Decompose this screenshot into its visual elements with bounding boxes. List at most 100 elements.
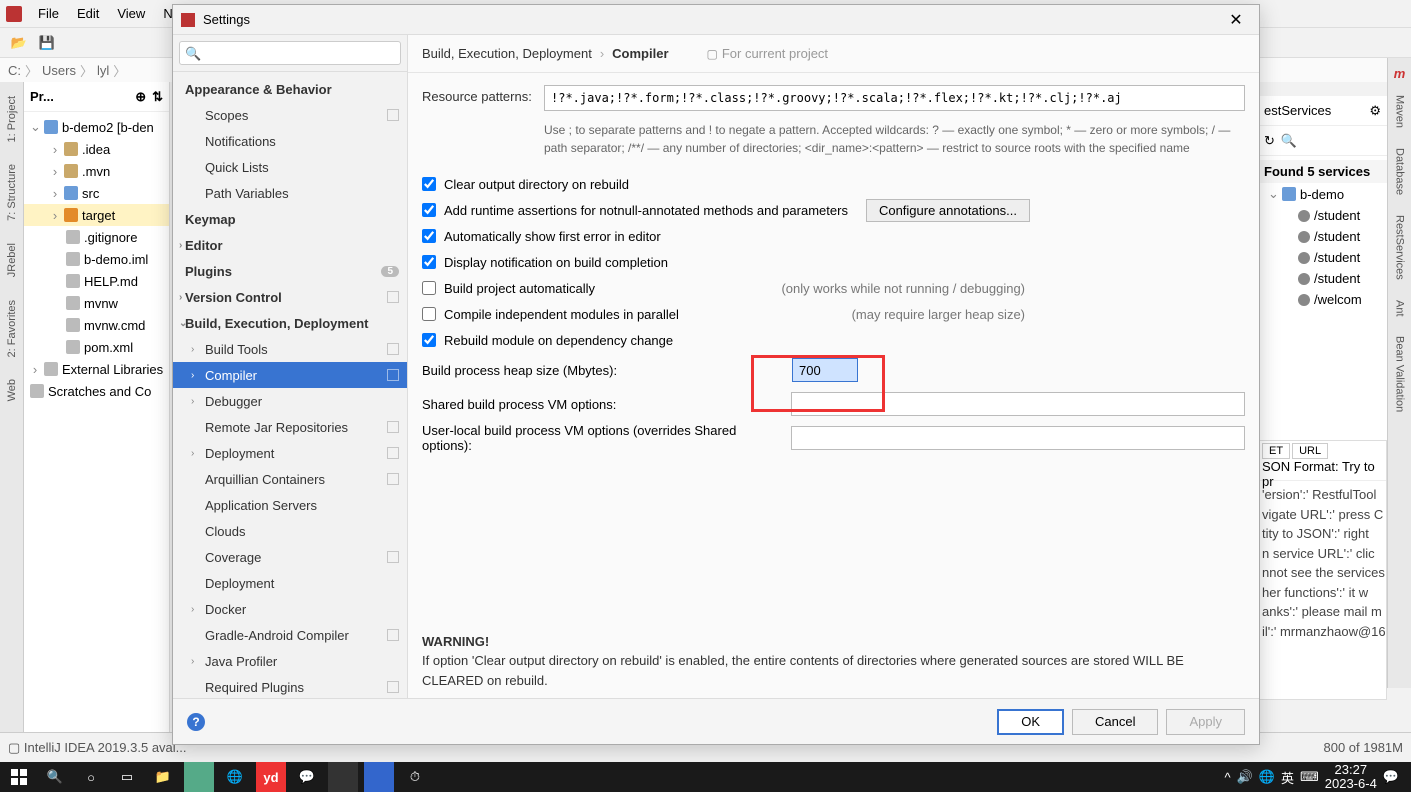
app-icon-2[interactable]: yd	[256, 762, 286, 792]
shared-vm-input[interactable]	[791, 392, 1245, 416]
endpoint-0[interactable]: /student	[1258, 205, 1387, 226]
apply-button[interactable]: Apply	[1166, 709, 1245, 735]
tab-maven[interactable]: Maven	[1392, 89, 1408, 134]
app-icon-1[interactable]	[184, 762, 214, 792]
tab-favorites[interactable]: 2: Favorites	[4, 294, 20, 363]
tree-mvnw[interactable]: mvnw	[24, 292, 169, 314]
tray-volume-icon[interactable]: 🔊	[1237, 769, 1253, 785]
tab-database[interactable]: Database	[1392, 142, 1408, 201]
tab-jrebel[interactable]: JRebel	[4, 237, 20, 283]
nav-arquillian[interactable]: Arquillian Containers	[173, 466, 407, 492]
start-button[interactable]	[4, 762, 34, 792]
nav-build-tools[interactable]: ›Build Tools	[173, 336, 407, 362]
resource-patterns-input[interactable]	[544, 85, 1245, 111]
app-icon-4[interactable]: ⏱	[400, 762, 430, 792]
ok-button[interactable]: OK	[997, 709, 1064, 735]
user-vm-input[interactable]	[791, 426, 1245, 450]
app-icon-3[interactable]	[364, 762, 394, 792]
service-module[interactable]: ⌄b-demo	[1258, 183, 1387, 205]
help-icon[interactable]: ?	[187, 713, 205, 731]
nav-app-servers[interactable]: Application Servers	[173, 492, 407, 518]
crumb-2[interactable]: lyl	[97, 63, 109, 78]
tab-structure[interactable]: 7: Structure	[4, 158, 20, 227]
tree-scratches[interactable]: Scratches and Co	[24, 380, 169, 402]
cancel-button[interactable]: Cancel	[1072, 709, 1158, 735]
target-icon[interactable]: ⊕	[135, 89, 146, 105]
task-view-icon[interactable]: ▭	[112, 762, 142, 792]
nav-notifications[interactable]: Notifications	[173, 128, 407, 154]
endpoint-4[interactable]: /welcom	[1258, 289, 1387, 310]
chk-build-auto[interactable]	[422, 281, 436, 295]
tab-restservices[interactable]: RestServices	[1392, 209, 1408, 286]
tab-ant[interactable]: Ant	[1392, 294, 1408, 323]
nav-deployment2[interactable]: Deployment	[173, 570, 407, 596]
menu-edit[interactable]: Edit	[69, 3, 107, 24]
tray-chevron-icon[interactable]: ^	[1225, 770, 1231, 785]
explorer-icon[interactable]: 📁	[148, 762, 178, 792]
tray-clock[interactable]: 23:27 2023-6-4	[1325, 763, 1377, 792]
nav-required-plugins[interactable]: Required Plugins	[173, 674, 407, 698]
chk-clear-output[interactable]	[422, 177, 436, 191]
nav-java-profiler[interactable]: ›Java Profiler	[173, 648, 407, 674]
cortana-icon[interactable]: ○	[76, 762, 106, 792]
nav-path-variables[interactable]: Path Variables	[173, 180, 407, 206]
chk-display-notification[interactable]	[422, 255, 436, 269]
nav-version-control[interactable]: ›Version Control	[173, 284, 407, 310]
tree-ext-libs[interactable]: ›External Libraries	[24, 358, 169, 380]
menu-view[interactable]: View	[109, 3, 153, 24]
tree-root[interactable]: ⌄b-demo2 [b-den	[24, 116, 169, 138]
nav-gradle-android[interactable]: Gradle-Android Compiler	[173, 622, 407, 648]
tree-mvn[interactable]: ›.mvn	[24, 160, 169, 182]
endpoint-1[interactable]: /student	[1258, 226, 1387, 247]
crumb-0[interactable]: C:	[8, 63, 21, 78]
nav-debugger[interactable]: ›Debugger	[173, 388, 407, 414]
tray-notifications-icon[interactable]: 💬	[1383, 769, 1399, 785]
tree-iml[interactable]: b-demo.iml	[24, 248, 169, 270]
nav-deployment[interactable]: ›Deployment	[173, 440, 407, 466]
nav-plugins[interactable]: Plugins5	[173, 258, 407, 284]
crumb-bed[interactable]: Build, Execution, Deployment	[422, 46, 592, 61]
tree-idea[interactable]: ›.idea	[24, 138, 169, 160]
tab-project[interactable]: 1: Project	[4, 90, 20, 148]
settings-search-input[interactable]	[179, 41, 401, 65]
chrome-icon[interactable]: 🌐	[220, 762, 250, 792]
gear-icon[interactable]: ⚙	[1369, 103, 1381, 119]
refresh-icon[interactable]: ↻	[1264, 133, 1275, 149]
chk-rebuild-dep[interactable]	[422, 333, 436, 347]
nav-coverage[interactable]: Coverage	[173, 544, 407, 570]
tree-target[interactable]: ›target	[24, 204, 169, 226]
menu-file[interactable]: File	[30, 3, 67, 24]
tab-et[interactable]: ET	[1262, 443, 1290, 459]
tab-beanvalidation[interactable]: Bean Validation	[1392, 330, 1408, 418]
tray-keyboard-icon[interactable]: ⌨	[1300, 769, 1319, 785]
nav-compiler[interactable]: ›Compiler	[173, 362, 407, 388]
chk-runtime-assertions[interactable]	[422, 203, 436, 217]
tree-mvnwcmd[interactable]: mvnw.cmd	[24, 314, 169, 336]
tab-url[interactable]: URL	[1292, 443, 1328, 459]
tree-gitignore[interactable]: .gitignore	[24, 226, 169, 248]
tree-src[interactable]: ›src	[24, 182, 169, 204]
endpoint-3[interactable]: /student	[1258, 268, 1387, 289]
chk-compile-parallel[interactable]	[422, 307, 436, 321]
nav-scopes[interactable]: Scopes	[173, 102, 407, 128]
nav-quick-lists[interactable]: Quick Lists	[173, 154, 407, 180]
intellij-icon[interactable]	[328, 762, 358, 792]
wechat-icon[interactable]: 💬	[292, 762, 322, 792]
save-icon[interactable]: 💾	[36, 32, 58, 54]
search-icon[interactable]: 🔍	[1281, 133, 1297, 149]
search-icon[interactable]: 🔍	[40, 762, 70, 792]
nav-docker[interactable]: ›Docker	[173, 596, 407, 622]
configure-annotations-button[interactable]: Configure annotations...	[866, 199, 1030, 222]
open-icon[interactable]: 📂	[8, 32, 30, 54]
nav-editor[interactable]: ›Editor	[173, 232, 407, 258]
endpoint-2[interactable]: /student	[1258, 247, 1387, 268]
settings-icon[interactable]: ⇅	[152, 89, 163, 105]
chk-auto-show-error[interactable]	[422, 229, 436, 243]
nav-appearance[interactable]: Appearance & Behavior	[173, 76, 407, 102]
memory-indicator[interactable]: 800 of 1981M	[1323, 740, 1403, 755]
crumb-1[interactable]: Users	[42, 63, 76, 78]
tree-pom[interactable]: pom.xml	[24, 336, 169, 358]
tray-ime[interactable]: 英	[1281, 768, 1294, 787]
tree-helpmd[interactable]: HELP.md	[24, 270, 169, 292]
heap-size-input[interactable]	[792, 358, 858, 382]
